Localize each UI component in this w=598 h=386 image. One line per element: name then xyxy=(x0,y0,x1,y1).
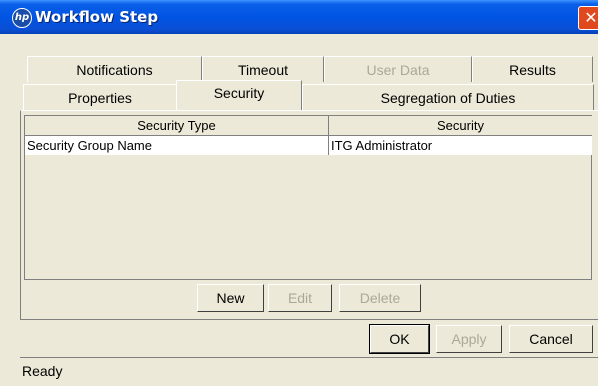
cell-security-type: Security Group Name xyxy=(25,136,329,155)
table-row[interactable]: Security Group Name ITG Administrator xyxy=(25,136,592,155)
window-title: Workflow Step xyxy=(35,8,159,26)
column-header-security-type[interactable]: Security Type xyxy=(25,116,329,136)
security-table: Security Type Security Security Group Na… xyxy=(24,115,592,280)
new-button[interactable]: New xyxy=(197,284,264,312)
tab-timeout[interactable]: Timeout xyxy=(202,56,324,82)
tab-results[interactable]: Results xyxy=(472,56,593,82)
cell-security: ITG Administrator xyxy=(331,138,433,153)
tab-properties[interactable]: Properties xyxy=(23,84,177,110)
tab-segregation-of-duties[interactable]: Segregation of Duties xyxy=(302,84,594,110)
cancel-button[interactable]: Cancel xyxy=(509,325,593,353)
column-header-security[interactable]: Security xyxy=(329,116,592,136)
tab-notifications[interactable]: Notifications xyxy=(27,56,202,82)
hp-logo-icon: hp xyxy=(12,8,32,28)
tab-security[interactable]: Security xyxy=(176,80,302,112)
ok-button[interactable]: OK xyxy=(369,324,430,354)
delete-button: Delete xyxy=(339,284,421,312)
title-bar[interactable]: hp Workflow Step ✕ xyxy=(0,0,598,34)
workflow-step-window: hp Workflow Step ✕ Notifications Timeout… xyxy=(0,0,598,386)
apply-button: Apply xyxy=(436,325,502,353)
tab-user-data: User Data xyxy=(324,56,472,82)
edit-button: Edit xyxy=(268,284,332,312)
status-bar: Ready xyxy=(20,357,598,383)
close-button[interactable]: ✕ xyxy=(578,6,598,30)
